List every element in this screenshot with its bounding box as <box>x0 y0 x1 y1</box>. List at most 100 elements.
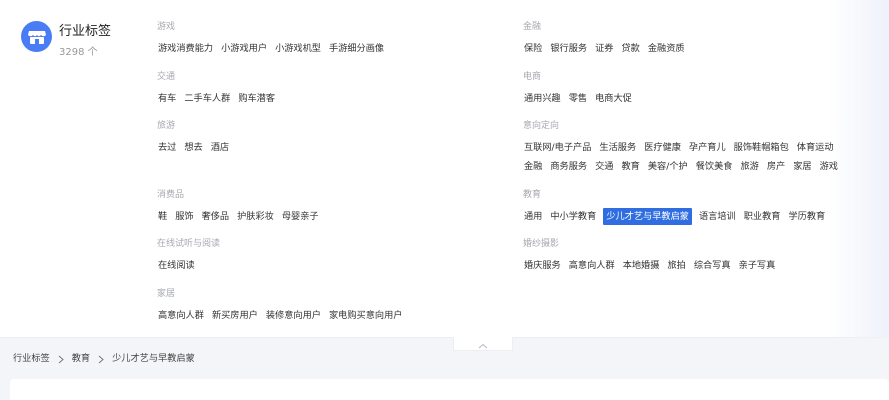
tag-option[interactable]: 高意向人群 <box>568 258 616 273</box>
group-title: 消费品 <box>157 190 185 200</box>
group-intent: 意向定向 互联网/电子产品 生活服务 医疗健康 孕产育儿 服饰鞋帽箱包 体育运动 金融 商务服… <box>523 120 845 177</box>
group-consumer: 消费品 鞋服饰 奢侈品 护肤彩妆 母婴亲子 <box>157 189 326 227</box>
tag-option[interactable]: 想去 <box>183 140 203 155</box>
tag-option[interactable]: 电商大促 <box>594 91 633 106</box>
tag-option[interactable]: 装修意向用户 <box>265 308 322 323</box>
tag-option[interactable]: 旅拍 <box>666 258 686 273</box>
chevron-right-icon <box>98 355 104 364</box>
tag-option[interactable]: 家居 <box>792 159 812 174</box>
tag-row: 婚庆服务 高意向人群 本地婚摄 旅拍 综合写真 亲子写真 <box>523 257 782 273</box>
tag-option[interactable]: 医疗健康 <box>643 140 682 155</box>
brand-title: 行业标签 <box>59 24 112 39</box>
tag-row: 有车 二手车人群 购车潜客 <box>157 90 282 106</box>
tag-option[interactable]: 证券 <box>594 41 614 56</box>
tag-option[interactable]: 生活服务 <box>598 140 637 155</box>
group-traffic: 交通 有车 二手车人群 购车潜客 <box>157 71 282 109</box>
group-title: 家居 <box>157 289 176 299</box>
breadcrumb-item-current: 少儿才艺与早教启蒙 <box>112 353 195 364</box>
tag-option[interactable]: 高意向人群 <box>157 308 205 323</box>
tag-row: 通用 中小学教育 少儿才艺与早教启蒙 语言培训 职业教育 学历教育 <box>523 207 832 225</box>
tag-option[interactable]: 孕产育儿 <box>688 140 727 155</box>
breadcrumb: 行业标签 教育 少儿才艺与早教启蒙 <box>13 352 195 366</box>
tag-row: 去过 想去 酒店 <box>157 139 236 155</box>
tag-option[interactable]: 母婴亲子 <box>281 209 320 224</box>
group-title: 电商 <box>523 72 542 82</box>
tag-option[interactable]: 服饰 <box>174 209 194 224</box>
tag-option[interactable]: 本地婚摄 <box>622 258 661 273</box>
tag-option[interactable]: 零售 <box>568 91 588 106</box>
tag-option-selected[interactable]: 少儿才艺与早教启蒙 <box>603 207 692 225</box>
tag-row: 鞋服饰 奢侈品 护肤彩妆 母婴亲子 <box>157 208 326 224</box>
tag-option[interactable]: 银行服务 <box>549 41 588 56</box>
tag-option[interactable]: 房产 <box>766 159 786 174</box>
tag-option[interactable]: 互联网/电子产品 <box>523 140 592 155</box>
chevron-right-icon <box>58 355 64 364</box>
tag-option[interactable]: 购车潜客 <box>237 91 276 106</box>
tag-row: 金融 商务服务 交通 教育 美容/个护 餐饮美食 旅游 房产 家居 游戏 <box>523 158 845 174</box>
collapse-panel-button[interactable] <box>453 337 513 351</box>
tag-option[interactable]: 金融资质 <box>647 41 686 56</box>
tag-option[interactable]: 酒店 <box>210 140 230 155</box>
tag-option[interactable]: 商务服务 <box>549 159 588 174</box>
store-icon <box>21 21 52 52</box>
group-home: 家居 高意向人群 新买房用户 装修意向用户 家电购买意向用户 <box>157 288 410 326</box>
tag-option[interactable]: 鞋 <box>157 209 168 224</box>
group-game: 游戏 游戏消费能力 小游戏用户 小游戏机型 手游细分画像 <box>157 21 391 59</box>
tag-option[interactable]: 餐饮美食 <box>695 159 734 174</box>
tag-row: 高意向人群 新买房用户 装修意向用户 家电购买意向用户 <box>157 307 410 323</box>
group-ecommerce: 电商 通用兴趣 零售 电商大促 <box>523 71 639 109</box>
tag-option[interactable]: 保险 <box>523 41 543 56</box>
tag-row: 游戏消费能力 小游戏用户 小游戏机型 手游细分画像 <box>157 40 391 56</box>
group-online: 在线试听与阅读 在线阅读 <box>157 238 220 276</box>
tag-option[interactable]: 婚庆服务 <box>523 258 562 273</box>
tag-option[interactable]: 手游细分画像 <box>328 41 385 56</box>
tag-option[interactable]: 贷款 <box>621 41 641 56</box>
tag-option[interactable]: 服饰鞋帽箱包 <box>733 140 790 155</box>
tag-option[interactable]: 游戏 <box>819 159 839 174</box>
tag-option[interactable]: 护肤彩妆 <box>236 209 275 224</box>
tag-count: 3298 个 <box>59 47 98 58</box>
tag-option[interactable]: 职业教育 <box>743 209 782 224</box>
tag-option[interactable]: 综合写真 <box>693 258 732 273</box>
chevron-up-icon <box>478 334 488 353</box>
group-title: 教育 <box>523 190 542 200</box>
tag-option[interactable]: 中小学教育 <box>549 209 597 224</box>
tag-option[interactable]: 小游戏机型 <box>274 41 322 56</box>
tag-option[interactable]: 在线阅读 <box>157 258 196 273</box>
content-card <box>10 379 889 400</box>
tag-option[interactable]: 体育运动 <box>796 140 835 155</box>
tag-option[interactable]: 亲子写真 <box>738 258 777 273</box>
group-finance: 金融 保险 银行服务 证券 贷款 金融资质 <box>523 21 692 59</box>
tag-row: 互联网/电子产品 生活服务 医疗健康 孕产育儿 服饰鞋帽箱包 体育运动 <box>523 139 845 155</box>
tag-option[interactable]: 通用兴趣 <box>523 91 562 106</box>
group-title: 婚纱摄影 <box>523 239 560 249</box>
breadcrumb-item-education[interactable]: 教育 <box>72 352 90 366</box>
group-title: 意向定向 <box>523 121 560 131</box>
tag-option[interactable]: 有车 <box>157 91 177 106</box>
tag-option[interactable]: 语言培训 <box>698 209 737 224</box>
tag-option[interactable]: 教育 <box>621 159 641 174</box>
tag-option[interactable]: 家电购买意向用户 <box>328 308 404 323</box>
tag-option[interactable]: 去过 <box>157 140 177 155</box>
tag-row: 在线阅读 <box>157 257 220 273</box>
tag-option[interactable]: 二手车人群 <box>183 91 231 106</box>
group-wedding: 婚纱摄影 婚庆服务 高意向人群 本地婚摄 旅拍 综合写真 亲子写真 <box>523 238 782 276</box>
tag-row: 通用兴趣 零售 电商大促 <box>523 90 639 106</box>
group-title: 在线试听与阅读 <box>157 239 221 249</box>
group-title: 交通 <box>157 72 176 82</box>
tag-option[interactable]: 交通 <box>594 159 614 174</box>
tag-option[interactable]: 小游戏用户 <box>220 41 268 56</box>
group-travel: 旅游 去过 想去 酒店 <box>157 120 236 158</box>
breadcrumb-item-industry[interactable]: 行业标签 <box>13 352 50 366</box>
tag-option[interactable]: 学历教育 <box>788 209 827 224</box>
tag-option[interactable]: 通用 <box>523 209 543 224</box>
brand: 行业标签 3298 个 <box>21 21 111 60</box>
tag-option[interactable]: 金融 <box>523 159 543 174</box>
tag-option[interactable]: 奢侈品 <box>201 209 231 224</box>
group-education: 教育 通用 中小学教育 少儿才艺与早教启蒙 语言培训 职业教育 学历教育 <box>523 189 832 227</box>
tag-option[interactable]: 新买房用户 <box>211 308 259 323</box>
tag-option[interactable]: 旅游 <box>739 159 759 174</box>
group-title: 金融 <box>523 22 542 32</box>
tag-option[interactable]: 美容/个护 <box>647 159 689 174</box>
tag-option[interactable]: 游戏消费能力 <box>157 41 214 56</box>
